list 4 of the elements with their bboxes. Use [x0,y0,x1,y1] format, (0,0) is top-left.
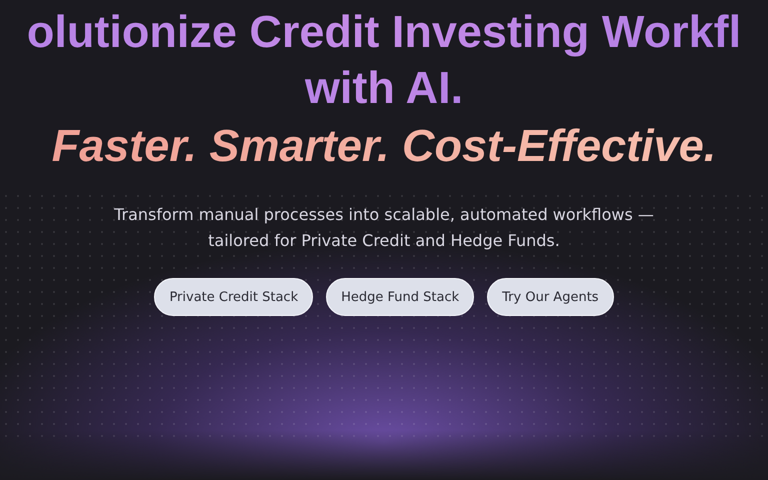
stack-button[interactable]: Hedge Fund Stack [326,278,474,316]
subtitle: Transform manual processes into scalable, automated workflows — tailored for Private Credit and Hedge Funds. [114,204,654,252]
stack-button[interactable]: Try Our Agents [487,278,614,316]
stack-button[interactable]: Private Credit Stack [154,278,314,316]
